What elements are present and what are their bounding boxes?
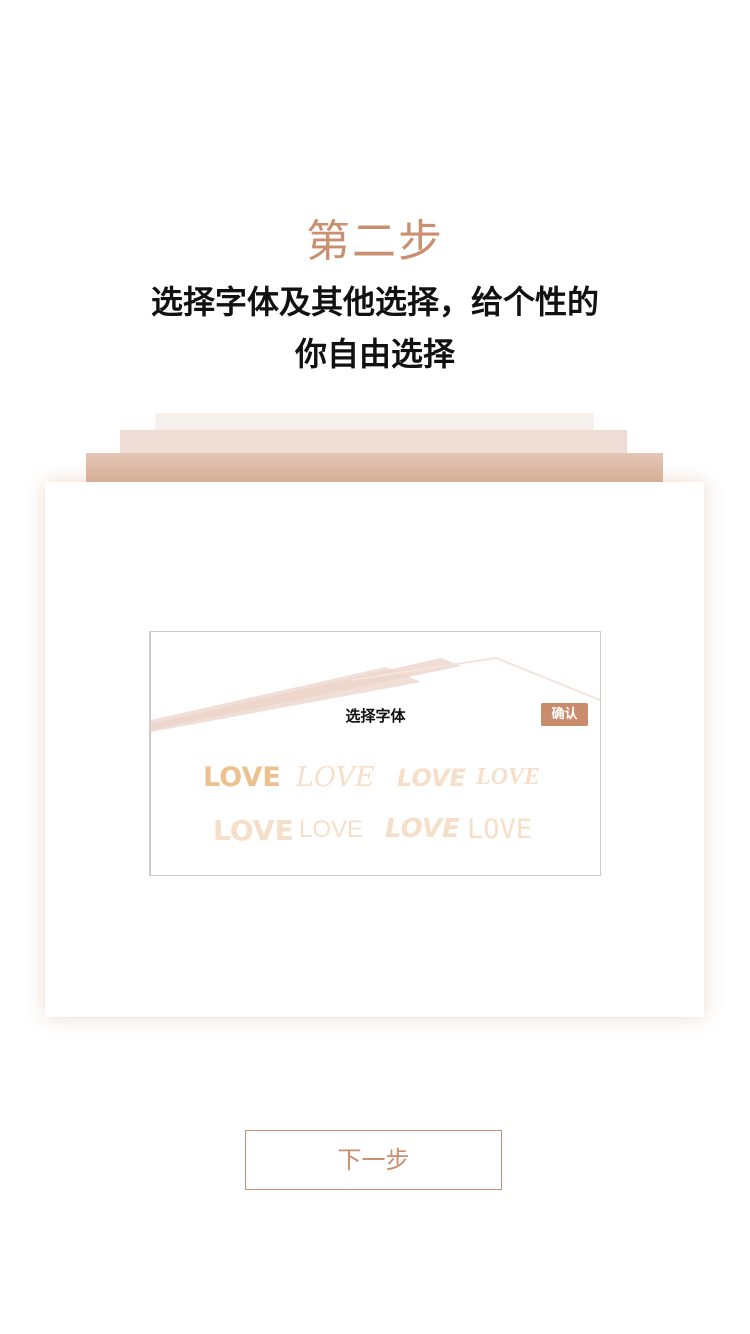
stack-layer-middle [120,430,627,453]
font-sample-2[interactable]: LOVE [296,762,375,793]
step-title: 第二步 [306,216,444,267]
font-sample-8[interactable]: LOVE [467,814,532,845]
stack-layer-back [155,413,594,430]
confirm-button[interactable]: 确认 [541,703,588,726]
font-sample-5[interactable]: LOVE [213,814,294,847]
step-subtitle: 选择字体及其他选择，给个性的你自由选择 [150,283,599,373]
font-sample-7[interactable]: LOVE [385,814,460,844]
stack-layer-front [86,453,663,482]
font-selection-preview: 选择字体 确认 LOVE LOVE LOVE LOVE LOVE LOVE LO… [149,631,601,876]
font-sample-3[interactable]: LOVE [397,764,466,792]
next-step-button[interactable]: 下一步 [245,1130,502,1190]
preview-card: 选择字体 确认 LOVE LOVE LOVE LOVE LOVE LOVE LO… [45,482,704,1017]
font-sample-4[interactable]: LOVE [476,764,540,791]
font-sample-1[interactable]: LOVE [203,762,281,793]
font-sample-6[interactable]: LOVE [299,816,363,844]
preview-title: 选择字体 [345,707,406,725]
